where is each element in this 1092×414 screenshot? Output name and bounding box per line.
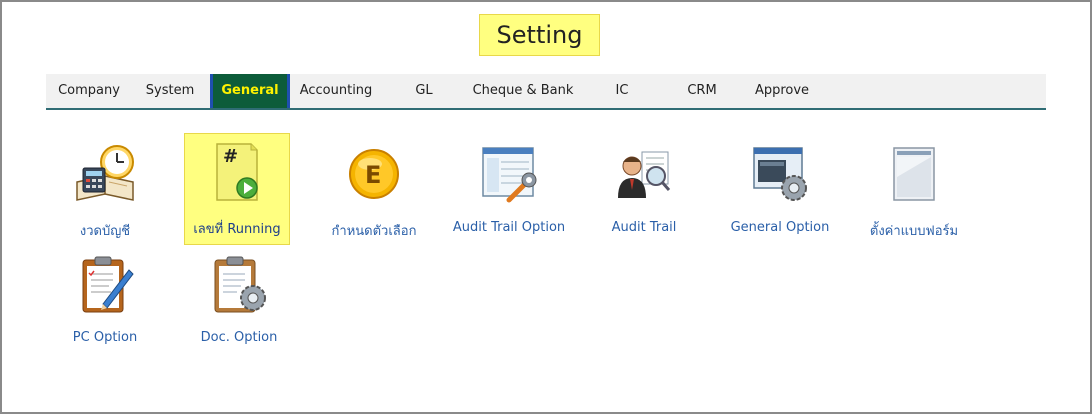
tab-gl[interactable]: GL <box>406 74 442 108</box>
svg-text:#: # <box>223 146 238 167</box>
svg-text:E: E <box>365 161 381 189</box>
tab-system[interactable]: System <box>136 74 204 108</box>
audit-trail-icon <box>618 151 671 198</box>
tab-general[interactable]: General <box>210 74 290 108</box>
item-general-option[interactable]: General Option <box>727 136 833 248</box>
calendar-calculator-icon <box>76 145 134 201</box>
form-setting-icon <box>893 147 935 201</box>
page-title: Setting <box>479 14 600 56</box>
tab-accounting[interactable]: Accounting <box>296 74 376 108</box>
item-running-number[interactable]: # เลขที่ Running <box>184 133 290 245</box>
item-doc-option[interactable]: Doc. Option <box>186 246 292 358</box>
tab-cheque-bank[interactable]: Cheque & Bank <box>472 74 574 108</box>
item-form-setting[interactable]: ตั้งค่าแบบฟอร์ม <box>861 136 967 248</box>
item-accounting-period[interactable]: งวดบัญชี <box>52 136 158 248</box>
item-audit-trail-option[interactable]: Audit Trail Option <box>453 136 565 248</box>
tab-company[interactable]: Company <box>46 74 132 108</box>
item-pc-option[interactable]: PC Option <box>52 246 158 358</box>
running-number-icon: # <box>216 143 258 201</box>
pc-option-icon <box>82 256 134 313</box>
item-audit-trail[interactable]: Audit Trail <box>591 136 697 248</box>
tab-crm[interactable]: CRM <box>682 74 722 108</box>
item-label: Doc. Option <box>200 330 278 345</box>
item-define-options[interactable]: E กำหนดตัวเลือก <box>321 136 427 248</box>
tab-approve[interactable]: Approve <box>750 74 814 108</box>
tab-ic[interactable]: IC <box>602 74 642 108</box>
audit-trail-option-icon <box>482 147 537 203</box>
general-option-icon <box>753 147 807 201</box>
option-e-icon: E <box>349 149 399 199</box>
item-label: ตั้งค่าแบบฟอร์ม <box>869 224 959 239</box>
tab-bar: Company System General Accounting GL Che… <box>46 74 1046 110</box>
doc-option-icon <box>214 256 266 313</box>
